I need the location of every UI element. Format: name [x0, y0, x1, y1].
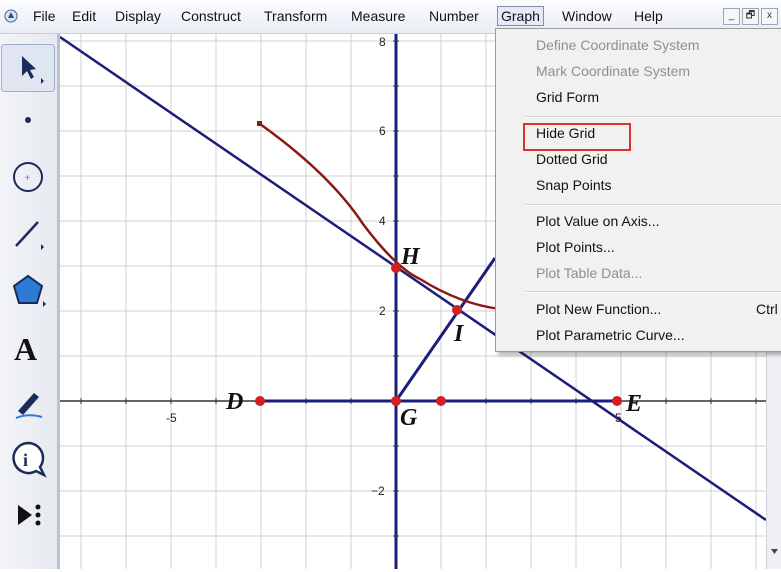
toolbox: + A i — [0, 34, 60, 569]
label-e[interactable]: E — [625, 391, 642, 417]
label-h[interactable]: H — [400, 244, 421, 270]
menu-separator — [526, 204, 781, 206]
svg-text:+: + — [25, 173, 31, 184]
point-d[interactable] — [255, 396, 265, 406]
point-e[interactable] — [612, 396, 622, 406]
label-d[interactable]: D — [225, 389, 243, 415]
polygon-tool[interactable] — [1, 267, 55, 313]
menu-help[interactable]: Help — [634, 8, 663, 24]
menu-transform[interactable]: Transform — [264, 8, 327, 24]
polygon-icon — [12, 274, 46, 307]
menu-graph[interactable]: Graph — [497, 6, 544, 26]
graph-menu-dropdown: Define Coordinate System Mark Coordinate… — [495, 28, 781, 352]
label-g[interactable]: G — [400, 405, 418, 431]
text-tool-icon: A — [14, 331, 37, 367]
y-label-2: 2 — [379, 304, 386, 318]
text-tool-glyph: A — [14, 331, 37, 367]
menu-file[interactable]: File — [33, 8, 56, 24]
menu-grid-form[interactable]: Grid Form — [536, 89, 599, 105]
y-label-8: 8 — [379, 35, 386, 49]
info-icon: i — [12, 441, 47, 478]
menu-plot-points[interactable]: Plot Points... — [536, 239, 615, 255]
information-tool[interactable]: i — [1, 436, 55, 482]
menu-number[interactable]: Number — [429, 8, 479, 24]
marker-tool[interactable] — [1, 380, 55, 426]
menu-plot-new-function-shortcut: Ctrl — [756, 301, 778, 317]
curve-endpoint[interactable] — [257, 121, 262, 126]
menu-plot-table-data[interactable]: Plot Table Data... — [536, 265, 642, 281]
menu-snap-points[interactable]: Snap Points — [536, 177, 612, 193]
menu-construct[interactable]: Construct — [181, 8, 241, 24]
arrow-select-tool[interactable] — [1, 44, 55, 92]
custom-tools[interactable] — [1, 492, 55, 538]
straightedge-tool[interactable] — [1, 211, 55, 257]
info-tool-glyph: i — [23, 450, 28, 470]
point-tool[interactable] — [1, 97, 55, 143]
menu-separator — [526, 291, 781, 293]
menu-plot-value-on-axis[interactable]: Plot Value on Axis... — [536, 213, 659, 229]
point-h[interactable] — [391, 263, 401, 273]
circle-icon: + — [13, 162, 43, 192]
close-button[interactable]: x — [761, 8, 778, 25]
label-i[interactable]: I — [453, 321, 465, 347]
menu-measure[interactable]: Measure — [351, 8, 405, 24]
menu-plot-parametric-curve[interactable]: Plot Parametric Curve... — [536, 327, 685, 343]
menu-edit[interactable]: Edit — [72, 8, 96, 24]
custom-tools-icon — [18, 504, 41, 526]
menu-display[interactable]: Display — [115, 8, 161, 24]
compass-tool[interactable]: + — [1, 154, 55, 200]
y-label-6: 6 — [379, 124, 386, 138]
menu-plot-new-function[interactable]: Plot New Function... — [536, 301, 661, 317]
minimize-button[interactable]: _ — [723, 8, 740, 25]
marker-pen-icon — [15, 393, 43, 419]
menu-hide-grid[interactable]: Hide Grid — [536, 125, 595, 141]
menu-define-coordinate-system[interactable]: Define Coordinate System — [536, 37, 699, 53]
app-icon[interactable] — [4, 9, 18, 23]
restore-button[interactable]: 🗗 — [742, 8, 759, 25]
point-on-x-axis[interactable] — [436, 396, 446, 406]
menu-separator — [526, 116, 781, 118]
segment-icon — [15, 221, 44, 250]
menu-mark-coordinate-system[interactable]: Mark Coordinate System — [536, 63, 690, 79]
x-label-neg5: -5 — [166, 411, 177, 425]
y-label-4: 4 — [379, 214, 386, 228]
menu-window[interactable]: Window — [562, 8, 612, 24]
point-icon — [25, 117, 31, 123]
menu-dotted-grid[interactable]: Dotted Grid — [536, 151, 608, 167]
y-label-neg2: −2 — [371, 484, 385, 498]
arrow-icon — [22, 56, 44, 84]
point-i[interactable] — [452, 305, 462, 315]
line-gi[interactable] — [394, 257, 497, 402]
text-tool[interactable]: A — [1, 324, 55, 370]
